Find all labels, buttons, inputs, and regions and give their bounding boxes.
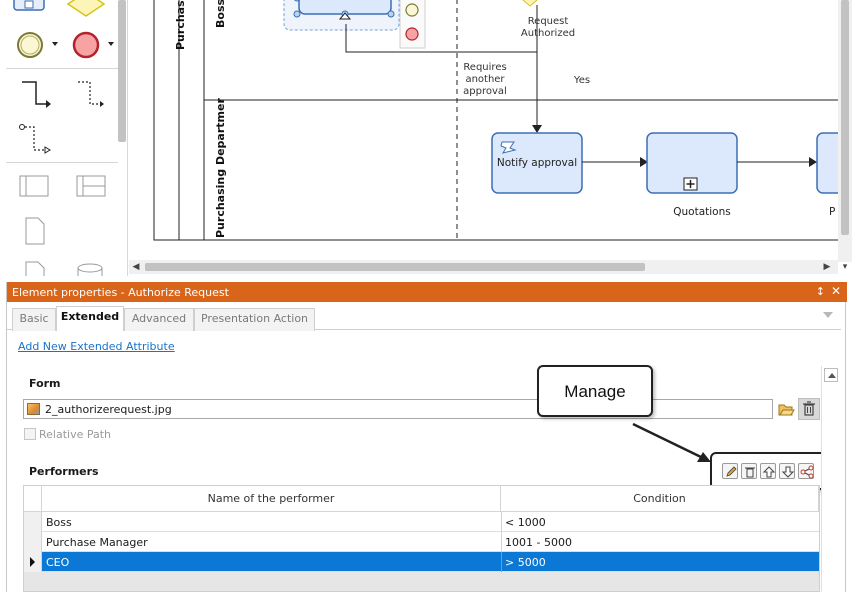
end-event-shape-icon[interactable] bbox=[72, 31, 114, 59]
move-down-performer-button[interactable] bbox=[779, 463, 795, 479]
table-row[interactable]: Purchase Manager 1001 - 5000 bbox=[24, 532, 819, 552]
image-file-icon bbox=[27, 403, 40, 415]
palette-scrollbar[interactable] bbox=[118, 0, 126, 142]
tab-overflow-chevron-icon[interactable] bbox=[823, 312, 833, 318]
delete-form-button[interactable] bbox=[798, 398, 820, 420]
form-file-value: 2_authorizerequest.jpg bbox=[45, 403, 172, 416]
open-folder-icon bbox=[778, 404, 795, 416]
diagram-canvas[interactable]: Request Authorized Requires another appr… bbox=[129, 0, 852, 276]
edit-icon bbox=[726, 466, 737, 477]
data-object-shape-icon[interactable] bbox=[25, 217, 45, 245]
pin-icon[interactable]: ↕ bbox=[816, 285, 825, 298]
current-row-arrow-icon bbox=[30, 557, 35, 567]
panel-title: Element properties - Authorize Request bbox=[12, 286, 229, 299]
sequence-flow-connector-icon[interactable] bbox=[22, 81, 51, 108]
performers-grid: Name of the performer Condition Boss < 1… bbox=[23, 485, 820, 592]
tab-presentation-action[interactable]: Presentation Action bbox=[194, 308, 315, 331]
lane-shape-icon[interactable] bbox=[76, 175, 106, 197]
quick-shape-toolbar[interactable] bbox=[399, 0, 426, 49]
pool-label: Purchas bbox=[174, 0, 187, 50]
performers-section-label: Performers bbox=[29, 465, 99, 478]
column-header-condition[interactable]: Condition bbox=[501, 486, 819, 512]
bpmn-diagram: Request Authorized Requires another appr… bbox=[153, 0, 852, 241]
data-store-shape-icon[interactable] bbox=[77, 263, 103, 276]
delete-performer-button[interactable] bbox=[741, 463, 757, 479]
delete-icon bbox=[745, 467, 755, 478]
canvas-hscroll-thumb[interactable] bbox=[145, 263, 645, 271]
performer-name-cell: Boss bbox=[46, 516, 72, 529]
flow-no-label-line3: approval bbox=[463, 86, 507, 97]
lane-label-boss: Boss bbox=[214, 0, 227, 28]
performer-name-cell: CEO bbox=[46, 556, 70, 569]
form-file-field[interactable]: 2_authorizerequest.jpg bbox=[23, 399, 773, 419]
edit-performer-button[interactable] bbox=[722, 463, 738, 479]
performer-condition-cell: > 5000 bbox=[505, 556, 546, 569]
row-selector[interactable] bbox=[24, 532, 42, 552]
panel-title-bar: Element properties - Authorize Request ↕… bbox=[7, 282, 847, 302]
message-flow-connector-icon[interactable] bbox=[78, 81, 104, 107]
tab-advanced[interactable]: Advanced bbox=[124, 308, 194, 331]
association-connector-icon[interactable] bbox=[19, 124, 51, 154]
table-row[interactable]: Boss < 1000 bbox=[24, 512, 819, 532]
share-icon bbox=[800, 465, 814, 479]
lane-label-purchasing: Purchasing Departmer bbox=[214, 98, 227, 238]
move-down-icon bbox=[781, 466, 795, 478]
intermediate-event-shape-icon[interactable] bbox=[17, 32, 58, 58]
column-header-name[interactable]: Name of the performer bbox=[42, 486, 501, 512]
scroll-left-arrow-icon[interactable]: ◀ bbox=[129, 260, 143, 274]
element-properties-panel: Element properties - Authorize Request ↕… bbox=[6, 282, 847, 592]
canvas-horizontal-scrollbar[interactable] bbox=[129, 260, 838, 274]
close-icon[interactable]: ✕ bbox=[831, 284, 841, 298]
gateway-shape-icon[interactable] bbox=[66, 0, 106, 17]
relative-path-label: Relative Path bbox=[39, 428, 112, 441]
manage-callout-text: Manage bbox=[564, 382, 626, 401]
row-selector[interactable] bbox=[24, 512, 42, 532]
performer-name-cell: Purchase Manager bbox=[46, 536, 148, 549]
panel-vertical-scrollbar[interactable] bbox=[821, 366, 839, 592]
next-task-label: P bbox=[829, 206, 835, 218]
table-row-selected[interactable]: CEO > 5000 bbox=[24, 552, 819, 572]
gateway-label-line2: Authorized bbox=[521, 28, 575, 39]
callout-arrow bbox=[632, 422, 711, 462]
pool-frame bbox=[153, 0, 845, 241]
share-performer-button[interactable] bbox=[798, 463, 814, 479]
pool-shape-icon[interactable] bbox=[19, 175, 49, 197]
subprocess-shape-icon[interactable] bbox=[13, 0, 45, 11]
notify-approval-label: Notify approval bbox=[497, 157, 577, 169]
manage-callout: Manage bbox=[537, 365, 653, 417]
authorize-request-task[interactable] bbox=[283, 0, 400, 31]
row-selector[interactable] bbox=[24, 552, 42, 572]
palette-shapes bbox=[6, 0, 118, 276]
move-up-performer-button[interactable] bbox=[760, 463, 776, 479]
flow-no-label-line1: Requires bbox=[463, 62, 506, 73]
canvas-vertical-scrollbar[interactable] bbox=[838, 0, 852, 262]
scroll-right-arrow-icon[interactable]: ▶ bbox=[820, 260, 834, 274]
properties-tabs: Basic Extended Advanced Presentation Act… bbox=[7, 306, 841, 331]
canvas-vscroll-thumb[interactable] bbox=[841, 0, 849, 235]
shape-palette bbox=[0, 0, 128, 276]
move-up-icon bbox=[762, 466, 776, 478]
quotations-label: Quotations bbox=[673, 206, 730, 218]
relative-path-checkbox[interactable] bbox=[24, 428, 36, 440]
tab-basic[interactable]: Basic bbox=[12, 308, 56, 331]
tab-extended[interactable]: Extended bbox=[56, 306, 124, 331]
open-folder-button[interactable] bbox=[777, 400, 795, 418]
grid-row-header-corner bbox=[24, 486, 42, 512]
scroll-corner-arrow-icon[interactable]: ▾ bbox=[838, 260, 852, 274]
form-section-label: Form bbox=[29, 377, 61, 390]
performer-condition-cell: 1001 - 5000 bbox=[505, 536, 572, 549]
performer-condition-cell: < 1000 bbox=[505, 516, 546, 529]
quotations-subprocess[interactable] bbox=[646, 132, 738, 194]
flow-yes-label: Yes bbox=[573, 75, 590, 86]
gateway-label-line1: Request bbox=[528, 16, 569, 27]
trash-icon bbox=[803, 401, 815, 416]
flow-no-label-line2: another bbox=[465, 74, 505, 85]
add-extended-attribute-link[interactable]: Add New Extended Attribute bbox=[18, 340, 175, 353]
scroll-up-arrow-icon[interactable] bbox=[824, 368, 838, 382]
notify-approval-task[interactable]: Notify approval bbox=[491, 132, 583, 194]
data-object-collection-icon[interactable] bbox=[25, 261, 45, 276]
